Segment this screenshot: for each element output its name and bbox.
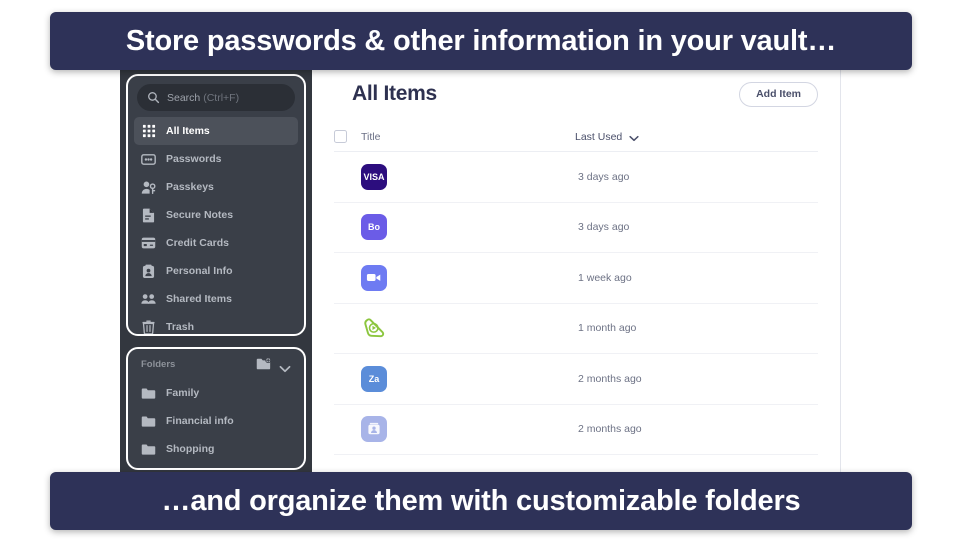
- item-last-used: 2 months ago: [578, 423, 642, 436]
- add-item-button[interactable]: Add Item: [739, 81, 818, 107]
- credit-card-icon: [141, 236, 156, 251]
- folder-item-shopping[interactable]: Shopping: [134, 435, 298, 463]
- sidebar-item-label: Trash: [166, 321, 195, 333]
- page-title: All Items: [352, 82, 437, 105]
- sidebar-item-label: Passwords: [166, 153, 222, 165]
- folder-item-label: Family: [166, 387, 200, 399]
- folder-icon: [141, 387, 156, 400]
- sidebar-item-secure-notes[interactable]: Secure Notes: [134, 201, 298, 229]
- sidebar-item-label: Personal Info: [166, 265, 233, 277]
- table-row[interactable]: 1 month ago: [334, 304, 818, 354]
- folder-item-family[interactable]: Family: [134, 379, 298, 407]
- select-all-checkbox[interactable]: [334, 130, 347, 143]
- sidebar-item-passkeys[interactable]: Passkeys: [134, 173, 298, 201]
- visa-card-icon: VISA: [361, 163, 387, 190]
- sidebar-item-credit-cards[interactable]: Credit Cards: [134, 229, 298, 257]
- item-last-used: 1 month ago: [578, 322, 637, 335]
- sidebar-nav-panel: Search (Ctrl+F) All Items Passwords Pass…: [126, 74, 306, 336]
- folders-list: Family Financial info Shopping: [128, 379, 304, 463]
- folder-item-label: Shopping: [166, 443, 215, 455]
- screenshot-stage: Store passwords & other information in y…: [0, 0, 960, 540]
- sidebar-nav-list: All Items Passwords Passkeys Secure Note…: [128, 117, 304, 334]
- folders-header-label: Folders: [141, 358, 176, 370]
- note-icon: [141, 208, 156, 223]
- main-content: All Items Add Item Title Last Used VISA: [312, 66, 840, 478]
- za-app-icon-label: Za: [368, 373, 380, 384]
- table-row[interactable]: Za 2 months ago: [334, 354, 818, 405]
- table-column-header: Title Last Used: [334, 122, 818, 152]
- folder-icon: [141, 443, 156, 456]
- sidebar-item-shared-items[interactable]: Shared Items: [134, 285, 298, 313]
- folder-item-financial-info[interactable]: Financial info: [134, 407, 298, 435]
- green-play-icon: [361, 315, 387, 341]
- chevron-down-icon: [629, 133, 639, 142]
- contact-card-icon: [361, 416, 387, 443]
- passkey-icon: [141, 180, 156, 195]
- sidebar-item-label: Credit Cards: [166, 237, 230, 249]
- top-caption-banner: Store passwords & other information in y…: [50, 12, 912, 70]
- top-caption-text: Store passwords & other information in y…: [125, 24, 837, 57]
- detail-pane-empty: [840, 66, 960, 478]
- window-left-margin: [0, 66, 120, 478]
- search-input[interactable]: Search (Ctrl+F): [137, 84, 295, 111]
- sidebar-item-label: Secure Notes: [166, 209, 234, 221]
- folder-icon: [141, 415, 156, 428]
- column-header-last-used-label: Last Used: [575, 130, 623, 143]
- sidebar-item-all-items[interactable]: All Items: [134, 117, 298, 145]
- box-app-icon: Bo: [361, 214, 387, 241]
- za-app-icon: Za: [361, 365, 387, 392]
- trash-icon: [141, 319, 156, 334]
- people-icon: [141, 292, 156, 307]
- sidebar-item-personal-info[interactable]: Personal Info: [134, 257, 298, 285]
- add-folder-icon[interactable]: [256, 357, 272, 371]
- bottom-caption-banner: …and organize them with customizable fol…: [50, 472, 912, 530]
- item-last-used: 2 months ago: [578, 372, 642, 385]
- bottom-caption-text: …and organize them with customizable fol…: [161, 484, 801, 517]
- folders-header: Folders: [128, 349, 304, 379]
- sidebar-item-trash[interactable]: Trash: [134, 313, 298, 334]
- column-header-title: Title: [361, 130, 381, 143]
- chevron-down-icon[interactable]: [279, 360, 291, 373]
- password-icon: [141, 152, 156, 167]
- item-last-used: 1 week ago: [578, 271, 632, 284]
- sidebar-item-label: Shared Items: [166, 293, 232, 305]
- item-last-used: 3 days ago: [578, 170, 630, 183]
- video-camera-icon: [361, 264, 387, 291]
- folder-item-label: Financial info: [166, 415, 234, 427]
- table-row[interactable]: 1 week ago: [334, 253, 818, 304]
- sidebar-folders-panel: Folders Family Financial info Shopping: [126, 347, 306, 470]
- grid-icon: [141, 124, 156, 139]
- item-last-used: 3 days ago: [578, 221, 630, 234]
- person-id-icon: [141, 264, 156, 279]
- main-header: All Items Add Item: [334, 66, 818, 122]
- table-row[interactable]: Bo 3 days ago: [334, 203, 818, 253]
- table-row[interactable]: VISA 3 days ago: [334, 152, 818, 203]
- sidebar: Search (Ctrl+F) All Items Passwords Pass…: [120, 66, 312, 478]
- visa-card-icon-label: VISA: [363, 171, 385, 182]
- search-icon: [147, 91, 160, 104]
- app-window: Search (Ctrl+F) All Items Passwords Pass…: [0, 66, 960, 478]
- column-header-last-used[interactable]: Last Used: [575, 131, 639, 143]
- table-row[interactable]: 2 months ago: [334, 405, 818, 455]
- sidebar-item-passwords[interactable]: Passwords: [134, 145, 298, 173]
- box-app-icon-label: Bo: [368, 222, 380, 233]
- sidebar-item-label: All Items: [166, 125, 210, 137]
- search-placeholder: Search (Ctrl+F): [167, 91, 240, 104]
- sidebar-item-label: Passkeys: [166, 181, 214, 193]
